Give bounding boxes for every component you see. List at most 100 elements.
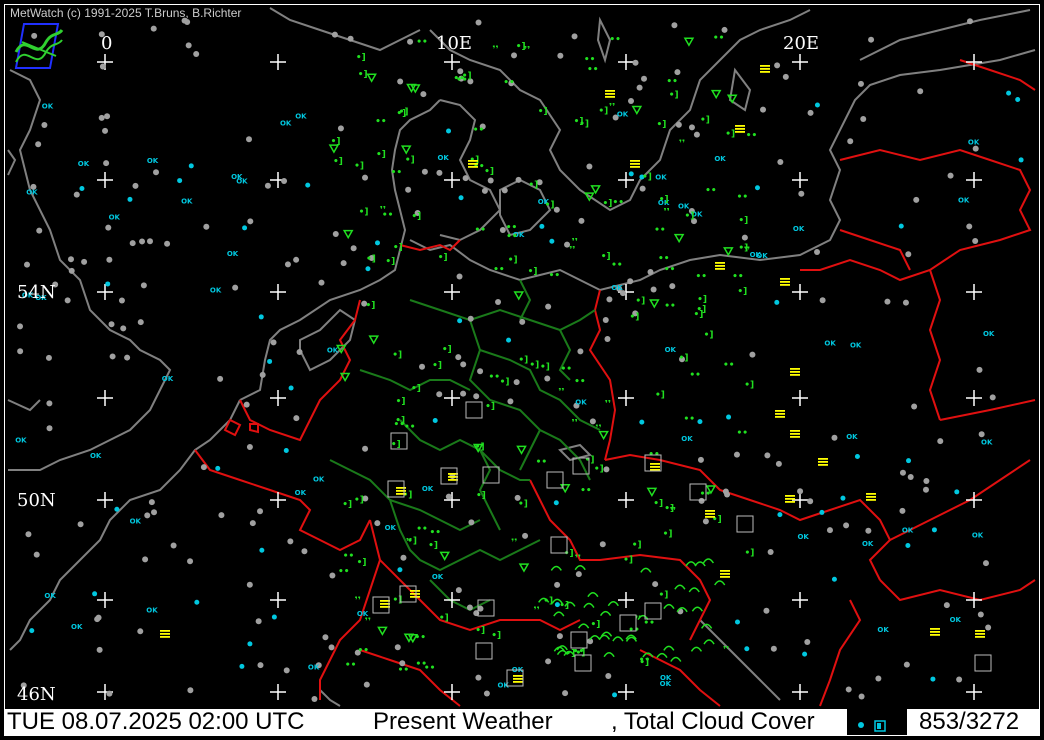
rain-symbol-icon: ❜❜ bbox=[609, 103, 615, 113]
rain-symbol-icon: •] bbox=[484, 167, 494, 177]
station-dot-icon bbox=[249, 520, 256, 527]
rain-symbol-icon: •• bbox=[475, 225, 487, 235]
station-dot-icon bbox=[363, 681, 370, 688]
station-dot-icon bbox=[311, 696, 318, 703]
station-dot-icon bbox=[652, 581, 659, 588]
fog-symbol-icon bbox=[468, 160, 478, 168]
station-dot-icon bbox=[99, 63, 106, 70]
station-dot-icon bbox=[232, 284, 239, 291]
station-dot-icon bbox=[782, 73, 789, 80]
station-dot-icon bbox=[458, 195, 464, 201]
station-dot-icon: OK bbox=[824, 339, 836, 347]
station-dot-icon bbox=[907, 473, 914, 480]
station-dot-icon: OK bbox=[660, 674, 672, 682]
station-dot-icon bbox=[515, 176, 522, 183]
fog-symbol-icon bbox=[760, 65, 770, 73]
rain-symbol-icon: •] bbox=[399, 107, 409, 117]
station-dot-icon bbox=[106, 690, 113, 697]
station-dot-icon bbox=[884, 298, 891, 305]
rain-symbol-icon: •• bbox=[416, 524, 428, 534]
rain-symbol-icon: •• bbox=[473, 126, 485, 136]
station-dot-icon bbox=[562, 690, 569, 697]
rain-symbol-icon: •• bbox=[746, 131, 758, 141]
station-dot-icon bbox=[487, 177, 494, 184]
station-dot-icon: OK bbox=[497, 681, 509, 689]
fog-symbol-icon bbox=[410, 590, 420, 598]
station-dot-icon: OK bbox=[983, 330, 995, 338]
station-dot-icon bbox=[902, 299, 909, 306]
station-dot-icon bbox=[544, 375, 551, 382]
station-dot-icon: OK bbox=[432, 573, 444, 581]
station-dot-icon: OK bbox=[181, 198, 193, 206]
station-dot-icon bbox=[473, 393, 480, 400]
station-dot-icon: OK bbox=[130, 517, 142, 525]
station-dot-icon bbox=[436, 391, 443, 398]
station-dot-icon: OK bbox=[797, 533, 809, 541]
fog-symbol-icon bbox=[975, 630, 985, 638]
rain-symbol-icon: •• bbox=[683, 415, 695, 425]
station-dot-icon: OK bbox=[385, 524, 397, 532]
station-dot-icon bbox=[25, 531, 32, 538]
station-dot-icon bbox=[255, 618, 262, 625]
station-dot-icon bbox=[468, 519, 475, 526]
station-dot-icon bbox=[332, 230, 339, 237]
station-dot-icon bbox=[407, 38, 414, 45]
rain-symbol-icon: •] bbox=[564, 549, 574, 559]
station-dot-icon bbox=[943, 602, 950, 609]
station-dot-icon: OK bbox=[714, 155, 726, 163]
station-dot-icon bbox=[150, 25, 157, 32]
station-dot-icon bbox=[394, 644, 401, 651]
rain-symbol-icon: •] bbox=[685, 212, 695, 222]
rain-symbol-icon: •• bbox=[664, 302, 676, 312]
station-dot-icon: OK bbox=[655, 173, 667, 181]
station-dot-icon: OK bbox=[617, 110, 629, 118]
rain-symbol-icon: •• bbox=[430, 528, 442, 538]
station-dot-icon bbox=[259, 547, 265, 553]
station-dot-icon bbox=[246, 581, 253, 588]
station-dot-icon bbox=[976, 366, 983, 373]
station-dot-icon bbox=[603, 466, 610, 473]
station-dot-icon bbox=[606, 296, 613, 303]
rain-symbol-icon: •] bbox=[697, 295, 707, 305]
station-dot-icon: OK bbox=[850, 342, 862, 350]
station-dot-icon bbox=[365, 266, 371, 272]
station-dot-icon bbox=[283, 667, 290, 674]
station-dot-icon: OK bbox=[327, 346, 339, 354]
station-dot-icon bbox=[545, 658, 552, 665]
station-dot-icon bbox=[281, 177, 288, 184]
station-dot-icon: OK bbox=[26, 188, 38, 196]
rain-symbol-icon: •• bbox=[611, 260, 623, 270]
station-dot-icon bbox=[641, 75, 648, 82]
station-dot-icon bbox=[688, 124, 695, 131]
rain-symbol-icon: •] bbox=[392, 595, 402, 605]
station-dot-icon bbox=[495, 298, 502, 305]
station-dot-icon bbox=[931, 527, 937, 533]
station-dot-icon bbox=[763, 607, 770, 614]
rain-symbol-icon: ❜❜ bbox=[605, 399, 611, 409]
rain-symbol-icon: •] bbox=[407, 537, 417, 547]
station-dot-icon bbox=[807, 109, 814, 116]
rain-symbol-icon: •• bbox=[609, 35, 621, 45]
station-dot-icon: OK bbox=[437, 154, 449, 162]
station-dot-icon bbox=[627, 278, 634, 285]
rain-symbol-icon: •• bbox=[664, 265, 676, 275]
rain-symbol-icon: •• bbox=[695, 272, 707, 282]
rain-symbol-icon: •• bbox=[416, 660, 428, 670]
station-dot-icon bbox=[770, 645, 777, 652]
station-dot-icon bbox=[554, 581, 561, 588]
station-dot-icon bbox=[246, 444, 253, 451]
station-dot-icon bbox=[96, 646, 103, 653]
station-dot-icon bbox=[475, 19, 482, 26]
station-dot-icon bbox=[674, 69, 681, 76]
station-dot-icon bbox=[24, 261, 31, 268]
station-dot-icon bbox=[271, 614, 277, 620]
station-dot-icon bbox=[455, 587, 462, 594]
station-dot-icon bbox=[522, 532, 529, 539]
station-dot-icon: OK bbox=[15, 436, 27, 444]
station-dot-icon bbox=[911, 403, 918, 410]
rain-symbol-icon: •] bbox=[518, 356, 528, 366]
station-dot-icon bbox=[460, 390, 467, 397]
lon-label-10e: 10E bbox=[436, 33, 473, 54]
station-dot-icon bbox=[966, 18, 973, 25]
station-dot-icon bbox=[200, 464, 207, 471]
